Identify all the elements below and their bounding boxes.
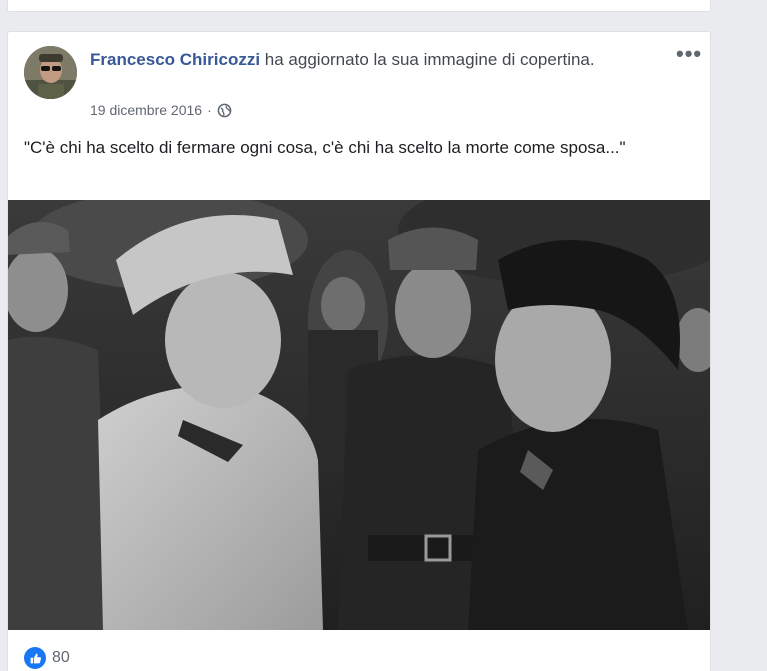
post-date[interactable]: 19 dicembre 2016 — [90, 102, 202, 118]
author-name[interactable]: Francesco Chiricozzi — [90, 50, 260, 69]
reaction-count[interactable]: 80 — [52, 649, 70, 667]
like-icon — [24, 647, 46, 669]
previous-post-card — [7, 0, 711, 12]
post-action-text: ha aggiornato la sua immagine di coperti… — [264, 50, 595, 69]
more-options-button[interactable]: ••• — [676, 43, 702, 65]
post-card: Francesco Chiricozzi ha aggiornato la su… — [7, 31, 711, 671]
meta-separator: · — [207, 102, 212, 118]
globe-icon[interactable] — [217, 103, 232, 118]
cover-photo[interactable] — [8, 200, 710, 630]
avatar[interactable] — [24, 46, 77, 99]
post-caption: "C'è chi ha scelto di fermare ogni cosa,… — [24, 138, 626, 157]
post-header: Francesco Chiricozzi ha aggiornato la su… — [90, 48, 650, 71]
avatar-image — [24, 46, 77, 99]
reactions-bar[interactable]: 80 — [24, 647, 70, 669]
post-meta: 19 dicembre 2016 · — [90, 102, 232, 118]
